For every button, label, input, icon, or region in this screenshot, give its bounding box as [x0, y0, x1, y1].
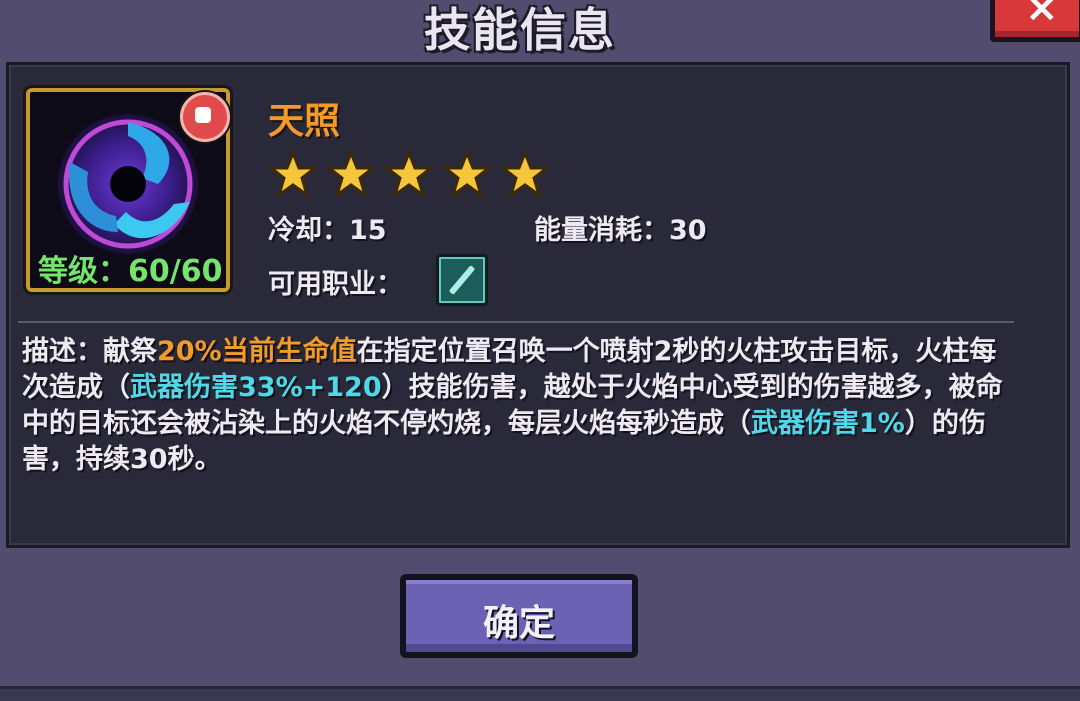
- star-icon: [268, 150, 318, 199]
- energy-cost-stat: 能量消耗：30: [534, 215, 707, 246]
- dialog-title: 技能信息: [424, 3, 616, 57]
- skill-name: 天照: [268, 101, 341, 142]
- star-icon: [384, 150, 434, 199]
- desc-highlight-damage: 武器伤害33%+120: [130, 372, 382, 403]
- skill-level: 等级：60/60: [38, 254, 223, 289]
- dialog-bottom-edge: [0, 686, 1080, 701]
- confirm-label: 确定: [482, 603, 555, 644]
- close-icon: ×: [1025, 0, 1059, 31]
- skill-description: 描述：献祭20%当前生命值在指定位置召唤一个喷射2秒的火柱攻击目标，火柱每次造成…: [22, 334, 1012, 478]
- desc-text: 描述：献祭: [22, 336, 157, 367]
- desc-highlight-burn: 武器伤害1%: [751, 408, 905, 439]
- desc-highlight-hp: 20%当前生命值: [157, 336, 357, 367]
- divider: [18, 321, 1014, 323]
- sword-class-icon: [436, 254, 488, 306]
- available-class-label: 可用职业：: [268, 269, 403, 300]
- confirm-button[interactable]: 确定: [400, 574, 638, 658]
- star-icon: [442, 150, 492, 199]
- star-icon: [326, 150, 376, 199]
- cooldown-stat: 冷却：15: [268, 215, 387, 246]
- star-icon: [500, 150, 550, 199]
- fire-element-icon: [180, 92, 230, 142]
- close-button[interactable]: ×: [990, 0, 1080, 42]
